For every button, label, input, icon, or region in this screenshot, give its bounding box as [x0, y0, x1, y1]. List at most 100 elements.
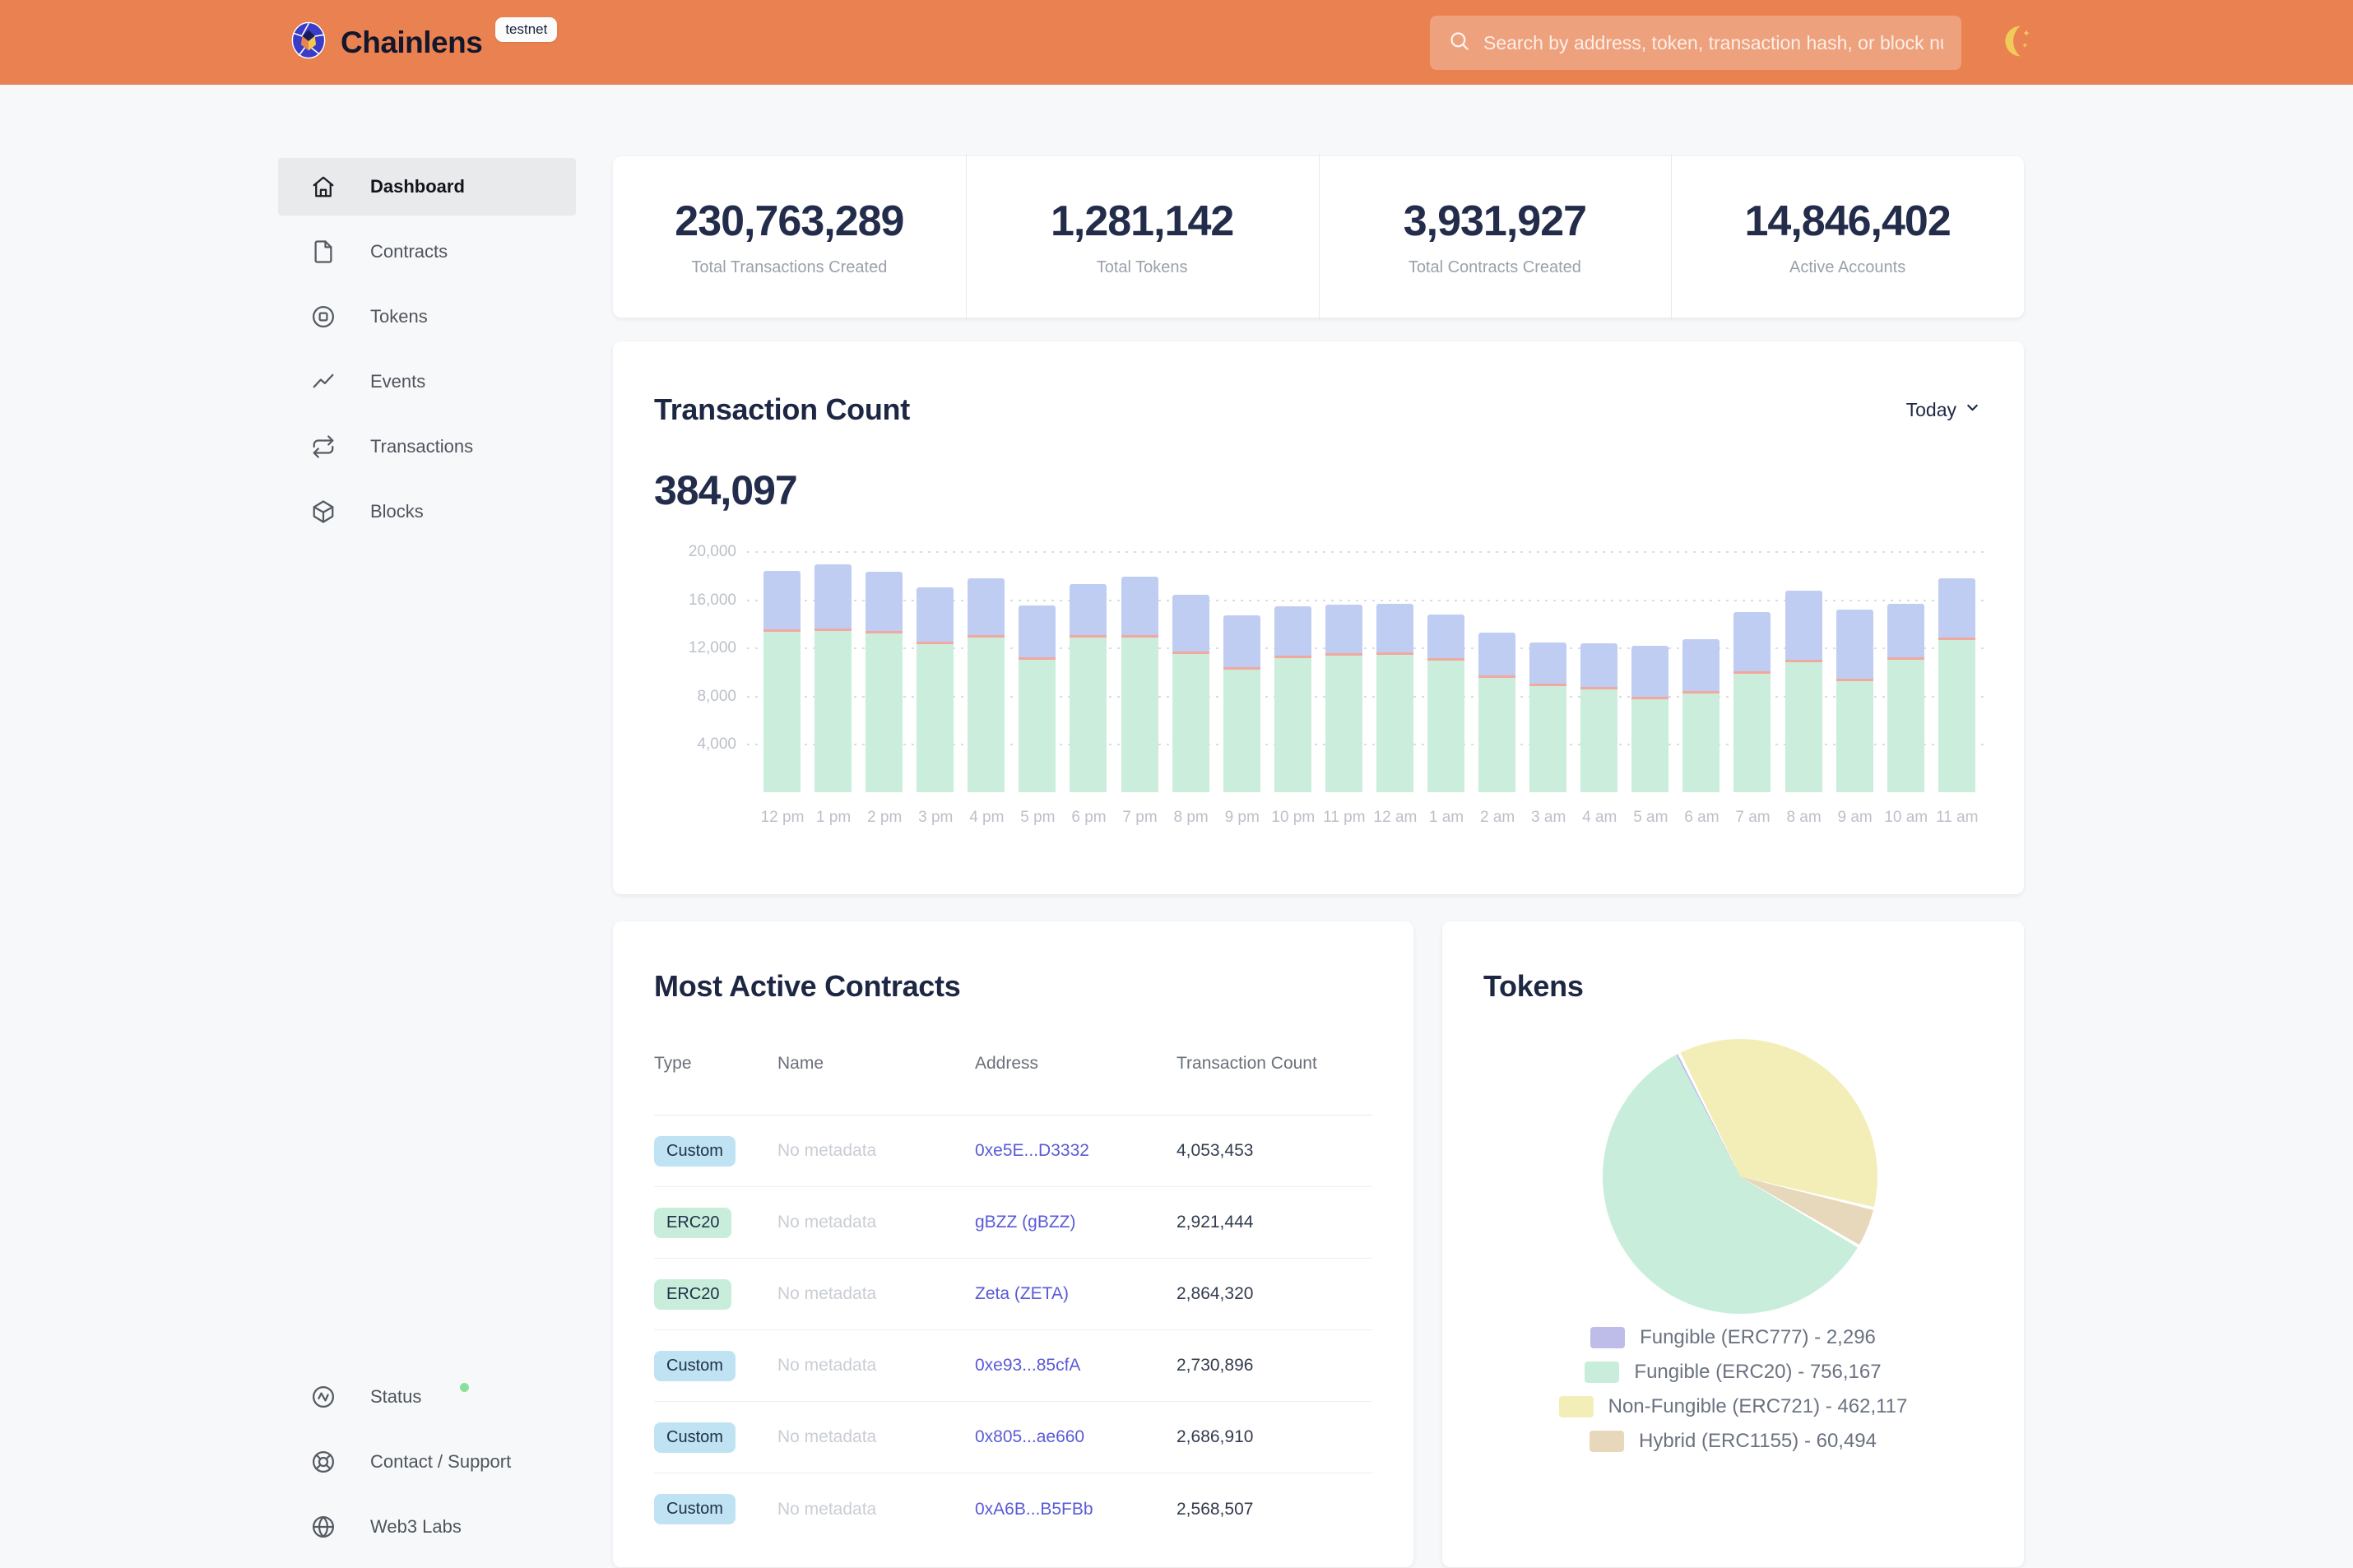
- stacked-bar: [1529, 643, 1566, 792]
- bar-segment-top-blue: [1325, 605, 1362, 653]
- bar-segment-bottom-green: [1274, 658, 1311, 792]
- stat-value: 14,846,402: [1671, 197, 2024, 246]
- stat-total-tokens: 1,281,142Total Tokens: [966, 197, 1319, 277]
- bar-segment-top-blue: [1682, 639, 1720, 691]
- bar-slot-10-pm: [1268, 551, 1319, 792]
- transaction-count-title: Transaction Count: [654, 392, 910, 427]
- table-row[interactable]: CustomNo metadata0x805...ae6602,686,910: [654, 1402, 1372, 1473]
- contract-address-link[interactable]: gBZZ (gBZZ): [975, 1213, 1176, 1232]
- transaction-count-card: Transaction Count Today 384,097 4,0008,0…: [613, 341, 2024, 894]
- stacked-bar: [1580, 643, 1617, 792]
- contract-address-link[interactable]: 0xe5E...D3332: [975, 1141, 1176, 1161]
- x-axis-tick-label: 5 pm: [1012, 809, 1063, 827]
- stat-total-contracts-created: 3,931,927Total Contracts Created: [1319, 197, 1672, 277]
- transaction-count-cell: 2,730,896: [1176, 1356, 1372, 1375]
- bar-segment-top-blue: [1529, 643, 1566, 684]
- theme-toggle-button[interactable]: [1994, 20, 2040, 66]
- bar-slot-5-pm: [1012, 551, 1063, 792]
- stat-active-accounts: 14,846,402 Active Accounts: [1671, 197, 2024, 277]
- sidebar-item-status[interactable]: Status: [278, 1368, 576, 1426]
- bar-slot-4-am: [1574, 551, 1625, 792]
- tokens-title: Tokens: [1483, 969, 1584, 1004]
- sidebar-item-label: Web3 Labs: [370, 1516, 462, 1538]
- sidebar-item-contracts[interactable]: Contracts: [278, 223, 576, 281]
- table-row[interactable]: CustomNo metadata0xe5E...D33324,053,453: [654, 1116, 1372, 1187]
- period-selector-dropdown[interactable]: Today: [1906, 399, 1981, 421]
- x-axis-tick-label: 10 pm: [1268, 809, 1319, 827]
- search-input[interactable]: [1483, 32, 1943, 54]
- search-icon: [1448, 30, 1470, 56]
- x-axis-tick-label: 1 pm: [808, 809, 859, 827]
- contract-address-link[interactable]: 0xe93...85cfA: [975, 1356, 1176, 1375]
- contract-address-link[interactable]: Zeta (ZETA): [975, 1284, 1176, 1304]
- search-bar[interactable]: [1430, 16, 1961, 70]
- x-axis-tick-label: 12 am: [1370, 809, 1421, 827]
- contract-address-link[interactable]: 0xA6B...B5FBb: [975, 1500, 1176, 1519]
- x-axis-tick-label: 9 am: [1830, 809, 1881, 827]
- bar-slot-1-pm: [808, 551, 859, 792]
- x-axis-tick-label: 2 pm: [859, 809, 910, 827]
- x-axis-tick-label: 12 pm: [757, 809, 808, 827]
- legend-label: Hybrid (ERC1155) - 60,494: [1639, 1430, 1877, 1453]
- home-icon: [311, 174, 336, 199]
- stacked-bar: [968, 578, 1005, 792]
- sidebar-item-web3-labs[interactable]: Web3 Labs: [278, 1498, 576, 1556]
- sidebar-item-transactions[interactable]: Transactions: [278, 418, 576, 476]
- table-row[interactable]: ERC20No metadatagBZZ (gBZZ)2,921,444: [654, 1187, 1372, 1259]
- column-header-transaction-count: Transaction Count: [1176, 1054, 1372, 1074]
- bar-segment-bottom-green: [1427, 661, 1464, 792]
- x-axis-tick-label: 11 am: [1932, 809, 1983, 827]
- bar-segment-bottom-green: [1478, 678, 1515, 792]
- moon-icon: [1999, 23, 2035, 63]
- sidebar-item-events[interactable]: Events: [278, 353, 576, 411]
- x-axis-tick-label: 8 pm: [1166, 809, 1217, 827]
- stacked-bar: [814, 564, 852, 792]
- tokens-pie-chart: [1603, 1039, 1877, 1314]
- contract-name-cell: No metadata: [777, 1284, 975, 1304]
- transaction-count-cell: 2,864,320: [1176, 1284, 1372, 1304]
- bar-segment-top-blue: [866, 572, 903, 631]
- legend-label: Fungible (ERC20) - 756,167: [1634, 1361, 1881, 1384]
- contract-address-link[interactable]: 0x805...ae660: [975, 1427, 1176, 1447]
- x-axis-tick-label: 5 am: [1625, 809, 1676, 827]
- status-icon: [311, 1385, 336, 1409]
- brand-home-link[interactable]: Chainlens testnet: [290, 0, 557, 85]
- x-axis-tick-label: 4 pm: [961, 809, 1012, 827]
- globe-icon: [311, 1515, 336, 1539]
- stat-label: Active Accounts: [1671, 258, 2024, 277]
- contract-name-cell: No metadata: [777, 1356, 975, 1375]
- status-online-dot: [460, 1383, 469, 1392]
- bar-slot-3-am: [1523, 551, 1574, 792]
- table-row[interactable]: CustomNo metadata0xe93...85cfA2,730,896: [654, 1330, 1372, 1402]
- sidebar-item-tokens[interactable]: Tokens: [278, 288, 576, 346]
- table-row[interactable]: ERC20No metadataZeta (ZETA)2,864,320: [654, 1259, 1372, 1330]
- legend-label: Fungible (ERC777) - 2,296: [1640, 1326, 1876, 1349]
- contract-name-cell: No metadata: [777, 1141, 975, 1161]
- x-axis-tick-label: 7 pm: [1115, 809, 1166, 827]
- tokens-card: Tokens Fungible (ERC777) - 2,296 Fungible…: [1442, 921, 2024, 1567]
- sidebar-item-label: Contracts: [370, 241, 448, 262]
- y-axis-tick-label: 12,000: [613, 639, 736, 657]
- stacked-bar: [1682, 639, 1720, 792]
- bar-series-area: [757, 551, 1983, 792]
- sidebar-item-dashboard[interactable]: Dashboard: [278, 158, 576, 216]
- contract-type-badge: Custom: [654, 1494, 736, 1524]
- table-header-row: TypeNameAddressTransaction Count: [654, 1049, 1372, 1079]
- bar-slot-8-am: [1779, 551, 1830, 792]
- column-header-type: Type: [654, 1054, 777, 1074]
- bar-slot-11-am: [1932, 551, 1983, 792]
- bar-slot-5-am: [1625, 551, 1676, 792]
- bar-segment-bottom-green: [1121, 638, 1158, 792]
- bar-segment-top-blue: [1887, 604, 1924, 657]
- bar-slot-1-am: [1421, 551, 1472, 792]
- sidebar-item-contact-support[interactable]: Contact / Support: [278, 1433, 576, 1491]
- table-row[interactable]: CustomNo metadata0xA6B...B5FBb2,568,507: [654, 1473, 1372, 1545]
- events-icon: [311, 369, 336, 394]
- bar-slot-10-am: [1881, 551, 1932, 792]
- stat-total-transactions-created: 230,763,289Total Transactions Created: [613, 197, 966, 277]
- sidebar-item-blocks[interactable]: Blocks: [278, 483, 576, 540]
- bar-slot-4-pm: [961, 551, 1012, 792]
- x-axis-tick-label: 6 pm: [1063, 809, 1114, 827]
- bar-segment-top-blue: [763, 571, 801, 629]
- bar-segment-bottom-green: [866, 633, 903, 792]
